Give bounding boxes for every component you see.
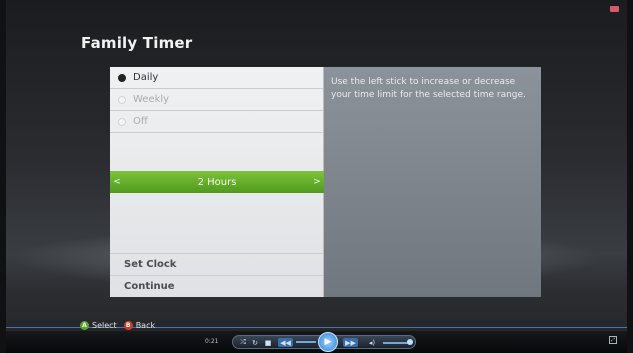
- radio-unselected-icon: [118, 95, 126, 104]
- time-limit-value: 2 Hours: [197, 176, 237, 188]
- previous-icon[interactable]: ◀◀: [278, 338, 293, 347]
- set-clock-button[interactable]: Set Clock: [110, 253, 323, 275]
- option-off[interactable]: Off: [110, 111, 323, 133]
- button-hints: A Select B Back: [80, 319, 155, 331]
- chevron-right-icon[interactable]: >: [310, 177, 324, 187]
- b-button-icon: B: [123, 320, 133, 330]
- back-hint-label: Back: [135, 320, 156, 330]
- continue-button[interactable]: Continue: [110, 275, 323, 297]
- elapsed-time: 0:21: [205, 338, 219, 345]
- volume-icon[interactable]: ◂): [367, 338, 377, 347]
- media-player-bar: 0:21 ⤮ ↻ ■ ◀◀ ▶ ▶▶ ◂) ⤢: [6, 331, 627, 353]
- fullscreen-icon[interactable]: ⤢: [609, 336, 617, 344]
- select-hint-label: Select: [92, 320, 117, 330]
- media-controls: ⤮ ↻ ■ ◀◀ ▶ ▶▶ ◂): [232, 332, 416, 352]
- volume-track[interactable]: [383, 342, 409, 344]
- radio-selected-icon: [118, 73, 126, 82]
- continue-label: Continue: [124, 281, 175, 292]
- description-panel: Use the left stick to increase or decrea…: [324, 67, 541, 297]
- radio-unselected-icon: [118, 117, 126, 126]
- repeat-icon[interactable]: ↻: [251, 338, 259, 347]
- seek-track[interactable]: [296, 341, 316, 343]
- volume-knob[interactable]: [407, 339, 413, 345]
- stop-icon[interactable]: ■: [264, 338, 272, 347]
- chevron-left-icon[interactable]: <: [110, 177, 124, 187]
- description-text: Use the left stick to increase or decrea…: [331, 77, 526, 100]
- option-daily[interactable]: Daily: [110, 67, 323, 89]
- corner-badge: [610, 6, 619, 12]
- option-label: Daily: [133, 72, 159, 83]
- a-button-icon: A: [80, 320, 89, 330]
- play-icon[interactable]: ▶: [318, 332, 338, 352]
- screen: Family Timer Daily Weekly Off Set Clock …: [6, 0, 627, 353]
- set-clock-label: Set Clock: [124, 259, 177, 270]
- option-weekly[interactable]: Weekly: [110, 89, 323, 111]
- page-title: Family Timer: [81, 34, 193, 52]
- option-label: Weekly: [133, 94, 170, 105]
- next-icon[interactable]: ▶▶: [343, 338, 358, 347]
- option-label: Off: [133, 116, 148, 127]
- shuffle-icon[interactable]: ⤮: [239, 338, 247, 347]
- time-limit-selector[interactable]: < 2 Hours >: [110, 171, 324, 193]
